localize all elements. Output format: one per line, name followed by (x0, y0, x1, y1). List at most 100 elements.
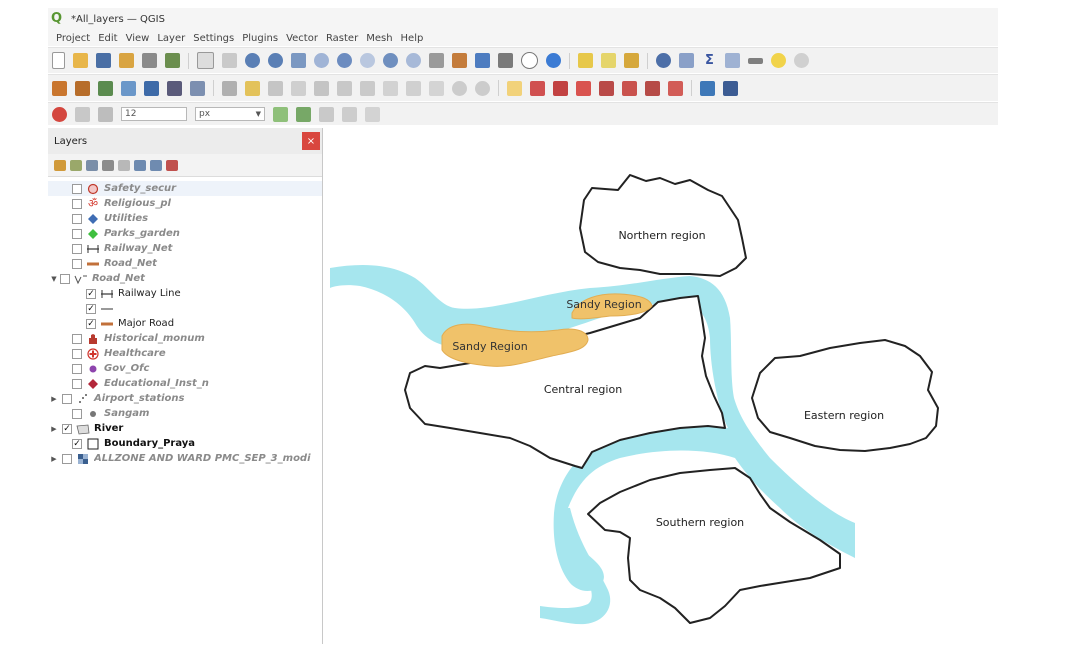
eastern-region-polygon[interactable] (751, 339, 939, 452)
cut-features-icon[interactable] (383, 80, 398, 96)
measure-line-icon[interactable] (748, 57, 763, 64)
snap-to-vertex-icon[interactable] (75, 106, 90, 122)
menu-vector[interactable]: Vector (286, 33, 318, 44)
move-label-icon[interactable] (599, 80, 614, 96)
modify-attributes-icon[interactable] (337, 80, 352, 96)
deselect-icon[interactable] (624, 53, 639, 68)
new-geopackage-icon[interactable] (144, 80, 159, 96)
rotate-label-icon[interactable] (622, 80, 637, 96)
collapse-arrow-icon[interactable]: ▶ (48, 455, 60, 463)
layer-visibility-checkbox[interactable] (72, 183, 82, 194)
show-bookmarks-icon[interactable] (498, 53, 513, 68)
new-print-layout-icon[interactable] (119, 53, 134, 68)
help-icon[interactable] (723, 80, 738, 96)
filter-legend-icon[interactable] (102, 159, 114, 171)
sigma-statistics-icon[interactable]: Σ (702, 53, 717, 68)
menu-help[interactable]: Help (401, 33, 424, 44)
undo-icon[interactable] (452, 80, 467, 96)
close-panel-button[interactable]: × (302, 132, 320, 150)
remove-layer-icon[interactable] (166, 159, 178, 171)
python-console-icon[interactable] (700, 80, 715, 96)
add-raster-layer-icon[interactable] (98, 80, 113, 96)
search-disabled-icon[interactable] (794, 53, 809, 68)
unit-select[interactable]: px ▼ (195, 107, 265, 121)
toggle-editing-pencil-icon[interactable] (245, 80, 260, 96)
new-project-icon[interactable] (52, 52, 65, 69)
snapping-magnet-icon[interactable] (52, 106, 67, 122)
label-properties-icon[interactable] (668, 80, 683, 96)
manage-map-themes-icon[interactable] (86, 159, 98, 171)
rule-visibility-checkbox[interactable]: ✓ (86, 303, 96, 314)
rule-row-thin-line[interactable]: ✓ (48, 301, 322, 316)
snap-options-icon[interactable] (365, 106, 380, 122)
locator-search-icon[interactable] (656, 53, 671, 68)
zoom-layer-icon[interactable] (337, 53, 352, 68)
open-layer-styling-icon[interactable] (54, 159, 66, 171)
menu-layer[interactable]: Layer (157, 33, 185, 44)
map-tips-icon[interactable] (771, 53, 786, 68)
menu-view[interactable]: View (126, 33, 150, 44)
copy-features-icon[interactable] (406, 80, 421, 96)
label-tool-icon[interactable] (507, 80, 522, 96)
field-calculator-icon[interactable] (725, 53, 740, 68)
attribute-table-icon[interactable] (679, 53, 694, 68)
zoom-in-icon[interactable] (245, 53, 260, 68)
refresh-icon[interactable] (546, 53, 561, 68)
layer-row-gov-ofc[interactable]: Gov_Ofc (48, 361, 322, 376)
menu-raster[interactable]: Raster (326, 33, 358, 44)
collapse-all-icon[interactable] (150, 159, 162, 171)
layer-visibility-checkbox[interactable] (72, 408, 82, 419)
menu-mesh[interactable]: Mesh (366, 33, 392, 44)
rule-row-major-road[interactable]: ✓ Major Road (48, 316, 322, 331)
add-vector-layer-icon[interactable] (75, 80, 90, 96)
zoom-next-icon[interactable] (406, 53, 421, 68)
tolerance-spinbox[interactable]: 12 (121, 107, 187, 121)
add-delimited-text-icon[interactable] (121, 80, 136, 96)
layer-visibility-checkbox[interactable] (72, 333, 82, 344)
menu-settings[interactable]: Settings (193, 33, 234, 44)
rule-visibility-checkbox[interactable]: ✓ (86, 318, 96, 329)
layer-visibility-checkbox[interactable]: ✓ (62, 423, 72, 434)
current-edits-icon[interactable] (222, 80, 237, 96)
data-source-manager-icon[interactable] (52, 80, 67, 96)
menu-plugins[interactable]: Plugins (242, 33, 278, 44)
expand-arrow-icon[interactable]: ▼ (48, 275, 60, 283)
self-snapping-icon[interactable] (342, 106, 357, 122)
paste-features-icon[interactable] (429, 80, 444, 96)
layer-row-healthcare[interactable]: Healthcare (48, 346, 322, 361)
layer-visibility-checkbox[interactable] (72, 228, 82, 239)
layer-visibility-checkbox[interactable] (72, 243, 82, 254)
layout-manager-icon[interactable] (142, 53, 157, 68)
redo-icon[interactable] (475, 80, 490, 96)
layer-row-educational-inst[interactable]: Educational_Inst_n (48, 376, 322, 391)
layer-visibility-checkbox[interactable] (62, 393, 72, 404)
layer-row-utilities[interactable]: Utilities (48, 211, 322, 226)
map-canvas[interactable]: Northern region Central region Eastern r… (330, 128, 998, 644)
zoom-native-icon[interactable] (360, 53, 375, 68)
rule-visibility-checkbox[interactable]: ✓ (86, 288, 96, 299)
layer-visibility-checkbox[interactable] (72, 363, 82, 374)
layer-row-safety-secur[interactable]: Safety_secur (48, 181, 322, 196)
layer-row-airport-stations[interactable]: ▶ Airport_stations (48, 391, 322, 406)
zoom-selection-icon[interactable] (314, 53, 329, 68)
show-hide-labels-icon[interactable] (576, 80, 591, 96)
layer-row-religious-pl[interactable]: ॐ Religious_pl (48, 196, 322, 211)
layer-row-parks-garden[interactable]: Parks_garden (48, 226, 322, 241)
layer-row-allzone-ward[interactable]: ▶ ALLZONE AND WARD PMC_SEP_3_modi (48, 451, 322, 466)
filter-expression-icon[interactable] (118, 159, 130, 171)
layer-visibility-checkbox[interactable] (72, 198, 82, 209)
open-project-icon[interactable] (73, 53, 88, 68)
new-virtual-layer-icon[interactable] (190, 80, 205, 96)
layer-row-sangam[interactable]: Sangam (48, 406, 322, 421)
save-edits-icon[interactable] (268, 80, 283, 96)
pan-hand-icon[interactable] (197, 52, 214, 69)
pan-to-selection-icon[interactable] (222, 53, 237, 68)
temporal-controller-icon[interactable] (521, 52, 538, 69)
layer-labeling-icon[interactable] (530, 80, 545, 96)
identify-features-icon[interactable] (578, 53, 593, 68)
new-3d-view-icon[interactable] (452, 53, 467, 68)
new-map-view-icon[interactable] (429, 53, 444, 68)
topological-editing-icon[interactable] (273, 106, 288, 122)
save-project-icon[interactable] (96, 53, 111, 68)
layer-visibility-checkbox[interactable] (60, 273, 70, 284)
